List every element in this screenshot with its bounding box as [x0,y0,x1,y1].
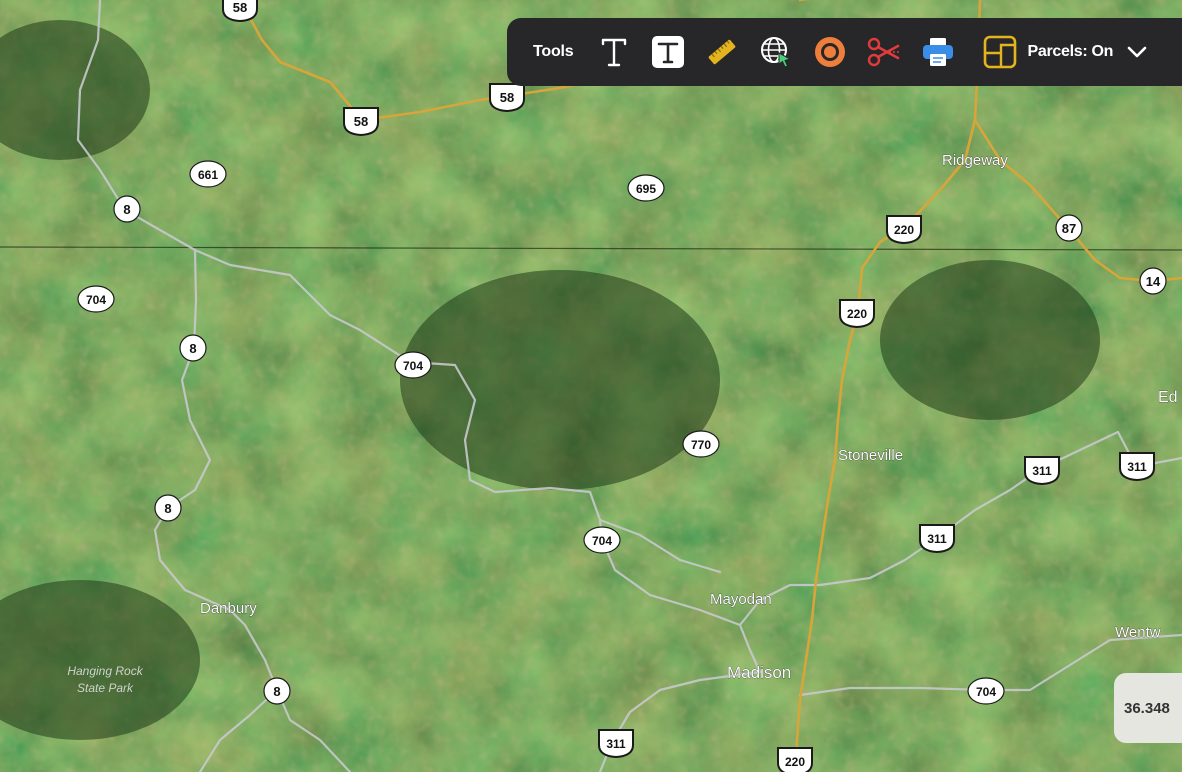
route-shield-8: 8 [263,677,291,705]
tools-toolbar: Tools Parcels: On [507,18,1182,86]
route-shield-661: 661 [189,160,227,188]
globe-cursor-icon [761,37,792,68]
target-icon [815,37,846,67]
route-shield-label: 704 [592,534,612,548]
route-shield-label: 87 [1062,221,1076,236]
route-shield-label: 8 [164,501,171,516]
printer-icon [923,38,954,66]
route-shield-label: 58 [500,90,514,105]
route-shield-770: 770 [682,430,720,458]
route-shield-220: 220 [839,299,875,329]
coordinate-readout: 36.348 [1114,673,1182,743]
route-shield-311: 311 [1024,456,1060,486]
parcels-label: Parcels: On [1027,43,1114,60]
route-shield-220: 220 [777,747,813,772]
print-tool-button[interactable] [916,30,960,74]
route-shield-label: 8 [123,202,130,217]
coordinate-text: 36.348 [1124,699,1170,717]
route-shield-14: 14 [1139,267,1167,295]
route-shield-label: 704 [976,685,996,699]
route-shield-311: 311 [919,524,955,554]
route-shield-label: 695 [636,182,656,196]
route-shield-label: 58 [354,114,368,129]
route-shield-8: 8 [154,494,182,522]
measure-tool-button[interactable] [700,30,744,74]
route-shield-label: 220 [785,755,805,769]
route-shield-704: 704 [967,677,1005,705]
chevron-down-icon[interactable] [1127,45,1147,59]
scissors-icon [868,37,902,67]
route-shield-695: 695 [627,174,665,202]
route-shield-704: 704 [394,351,432,379]
route-shield-58: 58 [343,107,379,137]
route-shield-8: 8 [113,195,141,223]
route-shield-87: 87 [1055,214,1083,242]
parcels-icon [984,35,1017,69]
route-shield-label: 311 [1127,460,1147,474]
route-shield-label: 220 [847,307,867,321]
route-shield-311: 311 [598,729,634,759]
route-shield-label: 661 [198,168,218,182]
route-shield-label: 311 [927,532,947,546]
route-shield-label: 220 [894,223,914,237]
route-shield-label: 704 [86,293,106,307]
text-tool-button[interactable] [592,30,636,74]
route-shield-label: 311 [1032,464,1052,478]
parcels-toggle[interactable]: Parcels: On [983,35,1147,69]
route-shield-704: 704 [77,285,115,313]
text-box-icon [652,36,685,68]
radius-tool-button[interactable] [808,30,852,74]
text-icon [602,38,627,67]
tools-label: Tools [533,43,574,60]
route-shield-label: 14 [1146,274,1161,289]
route-shield-58: 58 [489,83,525,113]
ruler-icon [709,39,736,65]
route-shield-label: 58 [233,0,247,15]
route-shield-8: 8 [179,334,207,362]
route-shield-label: 770 [691,438,711,452]
route-shield-704: 704 [583,526,621,554]
route-shield-58: 58 [222,0,258,23]
route-shield-label: 311 [606,737,626,751]
route-shield-label: 8 [273,684,280,699]
route-shield-220: 220 [886,215,922,245]
text-box-tool-button[interactable] [646,30,690,74]
route-shield-label: 704 [403,359,423,373]
globe-tool-button[interactable] [754,30,798,74]
route-shield-label: 8 [189,341,196,356]
cut-tool-button[interactable] [862,30,906,74]
route-shield-311: 311 [1119,452,1155,482]
